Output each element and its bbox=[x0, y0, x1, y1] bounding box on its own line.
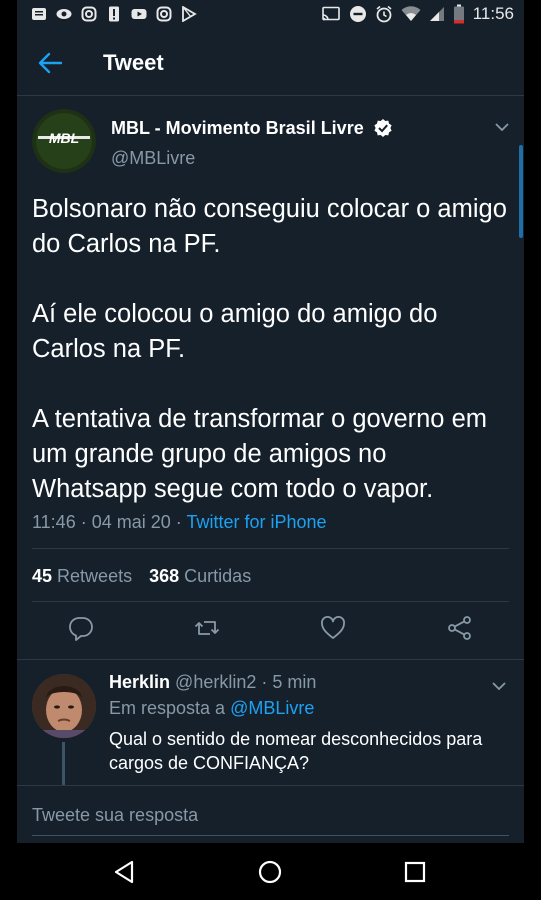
reply-chevron-down-icon[interactable] bbox=[491, 680, 507, 692]
status-bar: 11:56 bbox=[17, 0, 524, 30]
eye-icon bbox=[56, 9, 72, 19]
message-icon bbox=[32, 8, 46, 20]
tweet-timestamp: 11:46 · 04 mai 20 · bbox=[32, 512, 187, 532]
author-handle[interactable]: @MBLivre bbox=[111, 148, 195, 169]
compose-underline bbox=[32, 835, 509, 836]
cast-icon bbox=[321, 6, 340, 21]
divider bbox=[32, 548, 509, 549]
reply-author-name[interactable]: Herklin bbox=[109, 672, 170, 692]
in-reply-label: Em resposta a bbox=[109, 698, 231, 718]
divider bbox=[17, 785, 524, 786]
instagram-icon bbox=[81, 6, 97, 22]
app-frame: 11:56 Tweet MBL MBL - Movimento Brasil L… bbox=[17, 0, 524, 843]
tweet-actions bbox=[17, 615, 524, 647]
reply-icon[interactable] bbox=[68, 615, 94, 641]
alarm-icon bbox=[376, 5, 392, 23]
divider bbox=[17, 659, 524, 660]
tweet-meta: 11:46 · 04 mai 20 · Twitter for iPhone bbox=[32, 512, 327, 533]
nav-home-icon[interactable] bbox=[257, 859, 283, 885]
divider bbox=[32, 601, 509, 602]
reply-header: Herklin @herklin2 · 5 min bbox=[109, 672, 316, 693]
likes-count[interactable]: 368 bbox=[149, 566, 179, 586]
reply-author-avatar[interactable] bbox=[32, 674, 96, 738]
nav-back-icon[interactable] bbox=[112, 859, 138, 885]
wifi-icon bbox=[401, 6, 421, 21]
play-store-icon bbox=[182, 6, 197, 22]
instagram-icon-2 bbox=[156, 6, 172, 22]
notification-icons bbox=[31, 6, 197, 22]
mbl-logo: MBL bbox=[32, 109, 96, 173]
like-icon[interactable] bbox=[320, 615, 346, 641]
alert-icon bbox=[109, 6, 119, 22]
author-avatar[interactable]: MBL bbox=[32, 109, 96, 173]
reply-text: Qual o sentido de nomear desconhecidos p… bbox=[109, 729, 483, 773]
system-nav-bar bbox=[0, 843, 541, 900]
nav-recents-icon[interactable] bbox=[402, 859, 428, 885]
dnd-icon bbox=[349, 6, 366, 22]
reply-author-handle[interactable]: @herklin2 bbox=[175, 672, 256, 692]
app-header: Tweet bbox=[17, 30, 524, 96]
share-icon[interactable] bbox=[447, 615, 473, 641]
signal-icon bbox=[429, 7, 444, 21]
status-time: 11:56 bbox=[472, 4, 514, 23]
in-reply-to: Em resposta a @MBLivre bbox=[109, 698, 314, 719]
page-title: Tweet bbox=[103, 50, 164, 75]
reply-compose-input[interactable]: Tweete sua resposta bbox=[32, 805, 198, 826]
in-reply-handle[interactable]: @MBLivre bbox=[230, 698, 314, 718]
tweet-stats: 45 Retweets 368 Curtidas bbox=[32, 566, 251, 587]
author-name[interactable]: MBL - Movimento Brasil Livre bbox=[111, 118, 364, 139]
thread-line bbox=[62, 742, 65, 786]
tweet-text: Bolsonaro não conseguiu colocar o amigo … bbox=[32, 195, 507, 503]
avatar-logo-text: MBL bbox=[49, 130, 79, 146]
verified-badge-icon bbox=[374, 119, 392, 137]
retweet-icon[interactable] bbox=[194, 615, 220, 641]
system-icons: 11:56 bbox=[321, 4, 514, 24]
avatar-photo bbox=[32, 674, 96, 738]
retweets-count[interactable]: 45 bbox=[32, 566, 52, 586]
reply-time: · 5 min bbox=[256, 672, 317, 692]
youtube-icon bbox=[131, 9, 147, 19]
tweet-source-link[interactable]: Twitter for iPhone bbox=[186, 512, 326, 532]
retweets-label[interactable]: Retweets bbox=[57, 566, 132, 586]
chevron-down-icon[interactable] bbox=[494, 121, 510, 133]
scroll-indicator bbox=[519, 145, 523, 238]
likes-label[interactable]: Curtidas bbox=[184, 566, 251, 586]
back-arrow-icon[interactable] bbox=[35, 48, 65, 78]
battery-icon bbox=[453, 4, 464, 24]
